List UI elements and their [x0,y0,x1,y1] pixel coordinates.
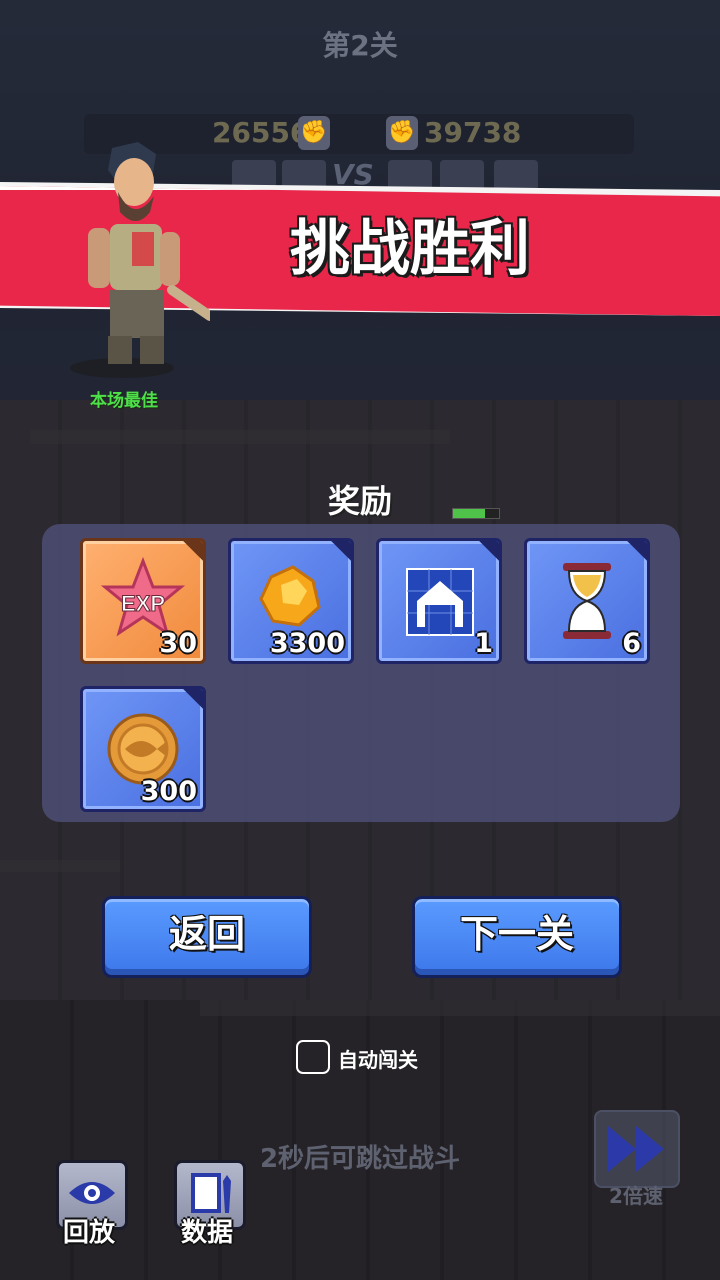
reward-item-hourglass[interactable]: 6 [524,538,650,664]
speed-toggle-button[interactable] [594,1110,680,1188]
enemy-portrait [388,160,432,190]
reward-item-blueprint[interactable]: 1 [376,538,502,664]
reward-count: 300 [140,776,197,807]
mvp-hero-figure [70,142,210,378]
reward-count: 1 [474,628,493,659]
reward-count: 6 [622,628,641,659]
reward-item-fish-coin[interactable]: 300 [80,686,206,812]
health-bar [452,508,500,519]
fist-power-icon: ✊ [386,116,418,150]
blueprint-house-icon [406,568,474,636]
replay-label: 回放 [62,1218,115,1248]
fist-power-icon: ✊ [298,116,330,150]
reward-item-exp[interactable]: EXP 30 [80,538,206,664]
level-title: 第2关 [322,29,398,62]
fast-forward-icon [608,1126,664,1172]
enemy-portrait [440,160,484,190]
fish-coin-icon [107,713,179,785]
reward-item-gold[interactable]: 3300 [228,538,354,664]
team-score-left: 26556 [212,116,310,149]
reward-count: 3300 [269,628,345,659]
reward-count: 30 [159,628,197,659]
best-player-label: 本场最佳 [90,391,158,411]
hourglass-icon [563,563,611,639]
svg-text:EXP: EXP [121,591,165,616]
enemy-portrait [494,160,538,190]
exp-star-icon: EXP [101,556,185,637]
rewards-title: 奖励 [327,482,392,520]
speed-label: 2倍速 [609,1184,663,1208]
auto-advance-label: 自动闯关 [338,1048,418,1072]
victory-title: 挑战胜利 [290,214,530,284]
next-level-button[interactable]: 下一关 [412,896,622,978]
stats-label: 数据 [180,1218,233,1248]
team-score-right: 39738 [424,116,522,149]
back-button[interactable]: 返回 [102,896,312,978]
gold-nugget-icon [259,565,321,627]
auto-advance-checkbox[interactable] [296,1040,330,1074]
